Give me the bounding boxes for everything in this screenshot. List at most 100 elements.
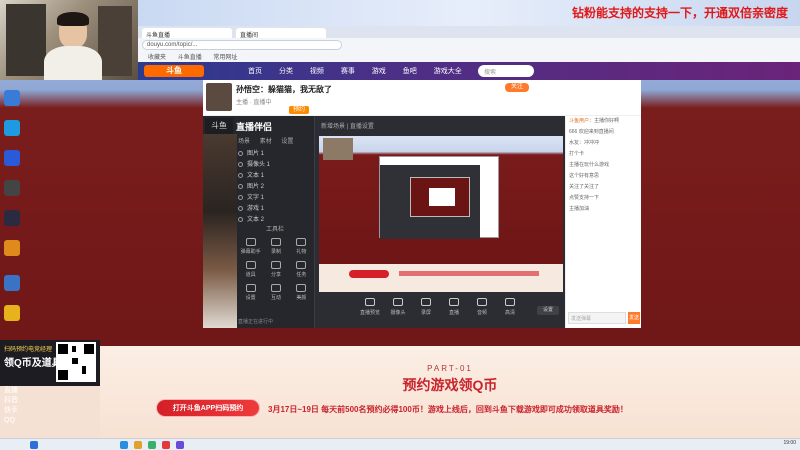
tool-interact[interactable]: 互动 — [263, 284, 288, 301]
nav-item-games[interactable]: 游戏 — [372, 68, 386, 75]
chat-message: 打个卡 — [569, 151, 585, 157]
live-status: 直播正在进行中 — [238, 319, 274, 325]
control-camera[interactable]: 摄像头 — [388, 298, 408, 328]
bookmark-link[interactable]: 常用网址 — [213, 55, 237, 61]
control-preview[interactable]: 直播预览 — [360, 298, 380, 328]
tab-scenes[interactable]: 场景 — [238, 139, 250, 145]
eye-icon[interactable] — [238, 161, 243, 167]
tool-share[interactable]: 分享 — [263, 261, 288, 278]
bookmarks-bar: 收藏夹 斗鱼直播 常用网址 — [138, 52, 800, 62]
scene-item[interactable]: 文字 1 — [238, 192, 312, 203]
app-icon[interactable] — [4, 210, 20, 226]
taskbar-app-icon[interactable] — [134, 441, 142, 449]
promo-heading: 预约游戏领Q币 — [402, 377, 498, 393]
app-icon[interactable] — [4, 180, 20, 196]
follow-button[interactable]: 关注 — [505, 83, 529, 92]
taskbar-app-icon[interactable] — [120, 441, 128, 449]
tool-beauty[interactable]: 美颜 — [289, 284, 314, 301]
scene-item[interactable]: 摄像头 1 — [238, 159, 312, 170]
app-icon[interactable] — [4, 305, 20, 321]
address-bar[interactable]: douyu.com/topic/... — [142, 40, 342, 50]
chat-message: 点赞支持一下 — [569, 195, 600, 201]
tool-record[interactable]: 录制 — [263, 238, 288, 255]
taskbar-app-icon[interactable] — [148, 441, 156, 449]
chat-message: 主播在玩什么游戏 — [569, 162, 610, 168]
companion-logo: 斗鱼 — [205, 118, 233, 134]
companion-topbar: 新增场景 | 直播设置 — [315, 116, 565, 134]
desktop-icon-column — [0, 80, 30, 340]
control-quality[interactable]: 高清 — [500, 298, 520, 328]
camera-thumbnail-strip — [203, 134, 237, 328]
scene-item[interactable]: 图片 1 — [238, 148, 312, 159]
site-logo[interactable]: 斗鱼 — [144, 65, 204, 77]
room-title: 孙悟空：躲猫猫，我无敌了 — [236, 85, 332, 94]
eye-icon[interactable] — [238, 205, 243, 211]
tool-props[interactable]: 道具 — [238, 261, 263, 278]
companion-sidebar: 斗鱼 直播伴侣 场景 素材 设置 图片 1 摄像头 1 文本 1 图片 2 文字… — [203, 116, 315, 328]
chat-input[interactable]: 发送弹幕 — [568, 312, 626, 324]
taskbar-app-icon[interactable] — [176, 441, 184, 449]
browser-tab[interactable]: 斗鱼直播 — [142, 28, 232, 39]
chat-send-button[interactable]: 发送 — [628, 312, 640, 324]
browser-tab-bar: 斗鱼直播 直播间 — [138, 26, 800, 39]
nav-item-home[interactable]: 首页 — [248, 68, 262, 75]
promo-section: PART-01 预约游戏领Q币 打开斗鱼APP扫码预约 3月17日~19日 每天… — [100, 346, 800, 438]
app-icon[interactable] — [4, 90, 20, 106]
eye-icon[interactable] — [238, 216, 243, 222]
scene-item[interactable]: 游戏 1 — [238, 203, 312, 214]
scene-list: 图片 1 摄像头 1 文本 1 图片 2 文字 1 游戏 1 文本 2 — [238, 148, 312, 225]
browser-window: 斗鱼直播 直播间 douyu.com/topic/... 收藏夹 斗鱼直播 常用… — [138, 26, 800, 80]
chat-panel: 斗鱼用户：主播你好啊 666 欢迎来到直播间 水友：冲冲冲 打个卡 主播在玩什么… — [565, 116, 641, 328]
tool-grid: 弹幕助手 录制 礼物 道具 分享 任务 设置 互动 美颜 — [238, 238, 314, 301]
nav-item-fishbar[interactable]: 鱼吧 — [403, 68, 417, 75]
app-icon[interactable] — [4, 240, 20, 256]
app-icon[interactable] — [4, 150, 20, 166]
bookmark-link[interactable]: 收藏夹 — [148, 55, 166, 61]
tool-danmaku[interactable]: 弹幕助手 — [238, 238, 263, 255]
stream-preview — [319, 136, 563, 292]
tool-task[interactable]: 任务 — [289, 261, 314, 278]
control-audio[interactable]: 音频 — [472, 298, 492, 328]
tool-gift[interactable]: 礼物 — [289, 238, 314, 255]
streamer-avatar[interactable] — [206, 83, 232, 111]
tab-settings[interactable]: 设置 — [281, 139, 293, 145]
system-tray-clock[interactable]: 19:00 — [783, 440, 796, 446]
companion-settings-button[interactable]: 设置 — [537, 306, 559, 315]
scene-item[interactable]: 图片 2 — [238, 181, 312, 192]
control-screen[interactable]: 录屏 — [416, 298, 436, 328]
eye-icon[interactable] — [238, 194, 243, 200]
taskbar: 19:00 — [0, 438, 800, 450]
qr-promo-card: 扫码预约电竞经理 领Q币及道具 — [0, 340, 100, 386]
taskbar-app-icon[interactable] — [162, 441, 170, 449]
promo-reserve-button[interactable]: 打开斗鱼APP扫码预约 — [156, 399, 260, 417]
companion-controls: 直播预览 摄像头 录屏 直播 音频 高清 — [315, 294, 565, 328]
companion-tabs: 场景 素材 设置 — [238, 136, 301, 145]
eye-icon[interactable] — [238, 183, 243, 189]
nav-item-video[interactable]: 视频 — [310, 68, 324, 75]
tool-settings[interactable]: 设置 — [238, 284, 263, 301]
nav-item-esports[interactable]: 赛事 — [341, 68, 355, 75]
reserve-badge[interactable]: 预约 — [289, 106, 310, 114]
bookmark-link[interactable]: 斗鱼直播 — [178, 55, 202, 61]
app-icon[interactable] — [4, 120, 20, 136]
start-icon[interactable] — [30, 441, 38, 449]
scene-item[interactable]: 文本 1 — [238, 170, 312, 181]
room-header: 孙悟空：躲猫猫，我无敌了 主播 · 直播中 预约 关注 — [203, 80, 641, 116]
eye-icon[interactable] — [238, 150, 243, 156]
browser-tab[interactable]: 直播间 — [236, 28, 326, 39]
nav-item-game-library[interactable]: 游戏大全 — [434, 68, 462, 75]
chat-message: 666 欢迎来到直播间 — [569, 129, 614, 135]
overlay-item: 快手 — [4, 407, 18, 414]
nested-webcam — [323, 138, 353, 160]
site-search-input[interactable]: 搜索 — [478, 65, 534, 77]
app-icon[interactable] — [4, 275, 20, 291]
bookshelf — [98, 6, 132, 76]
nav-item-category[interactable]: 分类 — [279, 68, 293, 75]
tab-materials[interactable]: 素材 — [260, 139, 272, 145]
nested-window — [379, 156, 499, 239]
control-live[interactable]: 直播 — [444, 298, 464, 328]
streamer-webcam — [0, 0, 138, 80]
top-announcement-banner: 钻粉能支持的支持一下，开通双倍亲密度 — [138, 0, 800, 26]
eye-icon[interactable] — [238, 172, 243, 178]
chat-message: 主播加油 — [569, 206, 590, 212]
